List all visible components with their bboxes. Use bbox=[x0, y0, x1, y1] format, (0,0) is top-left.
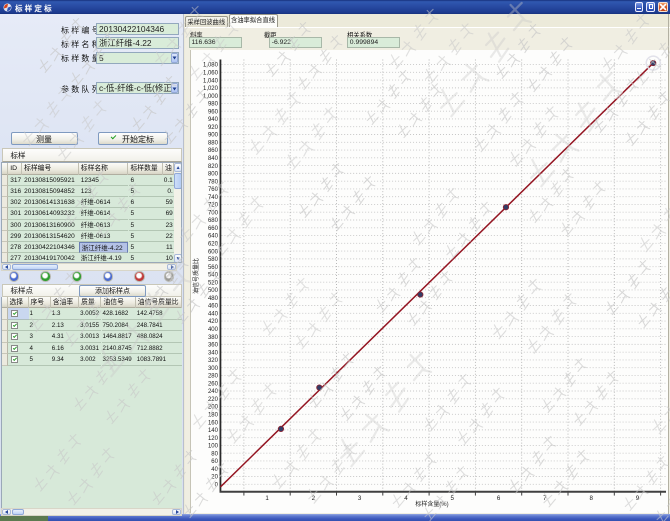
svg-text:600: 600 bbox=[208, 249, 219, 255]
svg-text:280: 280 bbox=[208, 374, 219, 380]
svg-text:620: 620 bbox=[208, 242, 219, 248]
svg-text:1: 1 bbox=[265, 495, 269, 502]
svg-text:100: 100 bbox=[208, 444, 219, 450]
svg-text:540: 540 bbox=[208, 273, 219, 279]
svg-text:标样含量(%): 标样含量(%) bbox=[415, 500, 448, 508]
svg-text:240: 240 bbox=[208, 389, 219, 395]
svg-text:320: 320 bbox=[208, 358, 219, 364]
svg-text:3: 3 bbox=[358, 495, 362, 502]
svg-text:1,000: 1,000 bbox=[203, 94, 219, 100]
svg-text:940: 940 bbox=[208, 117, 219, 123]
svg-text:1,020: 1,020 bbox=[203, 86, 219, 92]
svg-text:180: 180 bbox=[208, 413, 219, 419]
svg-text:820: 820 bbox=[208, 164, 219, 170]
svg-text:780: 780 bbox=[208, 179, 219, 185]
svg-text:260: 260 bbox=[208, 381, 219, 387]
svg-text:1,040: 1,040 bbox=[203, 78, 219, 84]
svg-text:920: 920 bbox=[208, 125, 219, 131]
svg-text:400: 400 bbox=[208, 327, 219, 333]
svg-text:660: 660 bbox=[208, 226, 219, 232]
svg-text:340: 340 bbox=[208, 350, 219, 356]
svg-text:740: 740 bbox=[208, 195, 219, 201]
svg-text:7: 7 bbox=[543, 495, 547, 502]
svg-text:900: 900 bbox=[208, 133, 219, 139]
svg-text:580: 580 bbox=[208, 257, 219, 263]
svg-text:640: 640 bbox=[208, 234, 219, 240]
svg-text:720: 720 bbox=[208, 203, 219, 209]
svg-text:20: 20 bbox=[211, 475, 218, 481]
svg-text:520: 520 bbox=[208, 280, 219, 286]
svg-text:760: 760 bbox=[208, 187, 219, 193]
svg-text:140: 140 bbox=[208, 428, 219, 434]
svg-text:80: 80 bbox=[211, 451, 218, 457]
svg-text:300: 300 bbox=[208, 366, 219, 372]
svg-text:160: 160 bbox=[208, 420, 219, 426]
svg-text:120: 120 bbox=[208, 436, 219, 442]
svg-text:0: 0 bbox=[215, 482, 219, 488]
svg-text:6: 6 bbox=[497, 495, 501, 502]
svg-text:60: 60 bbox=[211, 459, 218, 465]
svg-text:680: 680 bbox=[208, 218, 219, 224]
svg-text:380: 380 bbox=[208, 335, 219, 341]
svg-text:960: 960 bbox=[208, 109, 219, 115]
svg-text:480: 480 bbox=[208, 296, 219, 302]
svg-text:700: 700 bbox=[208, 210, 219, 216]
svg-text:800: 800 bbox=[208, 172, 219, 178]
svg-text:860: 860 bbox=[208, 148, 219, 154]
svg-text:40: 40 bbox=[211, 467, 218, 473]
svg-text:油信号质量比: 油信号质量比 bbox=[192, 258, 200, 294]
svg-text:980: 980 bbox=[208, 102, 219, 108]
svg-text:1,060: 1,060 bbox=[203, 71, 219, 77]
svg-text:9: 9 bbox=[636, 495, 640, 502]
svg-text:1,080: 1,080 bbox=[203, 63, 219, 69]
svg-text:840: 840 bbox=[208, 156, 219, 162]
svg-text:200: 200 bbox=[208, 405, 219, 411]
svg-text:4: 4 bbox=[404, 495, 408, 502]
svg-text:2: 2 bbox=[312, 495, 316, 502]
svg-text:440: 440 bbox=[208, 311, 219, 317]
svg-text:5: 5 bbox=[451, 495, 455, 502]
svg-text:880: 880 bbox=[208, 140, 219, 146]
svg-text:420: 420 bbox=[208, 319, 219, 325]
svg-text:8: 8 bbox=[589, 495, 593, 502]
svg-text:360: 360 bbox=[208, 343, 219, 349]
svg-text:500: 500 bbox=[208, 288, 219, 294]
svg-text:560: 560 bbox=[208, 265, 219, 271]
svg-text:460: 460 bbox=[208, 304, 219, 310]
svg-text:220: 220 bbox=[208, 397, 219, 403]
